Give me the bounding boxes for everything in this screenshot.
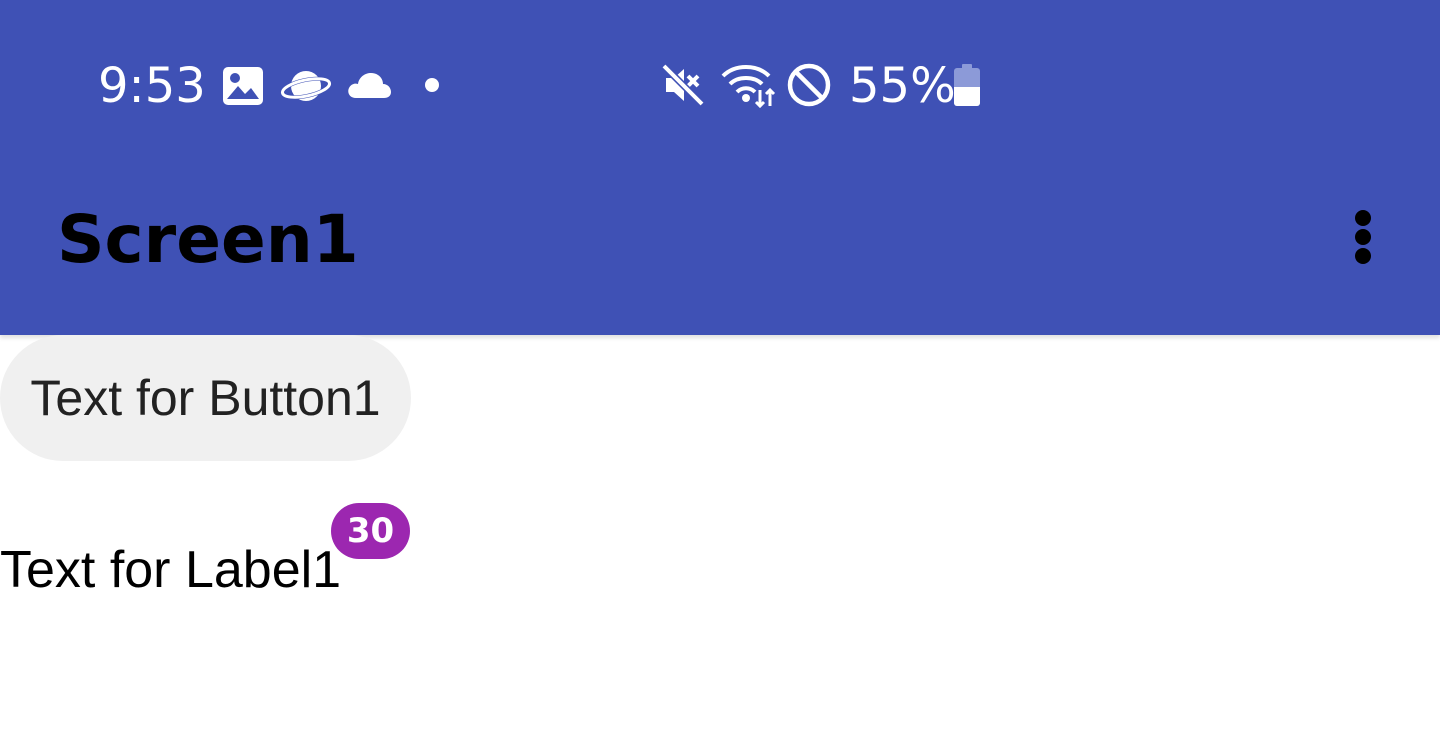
status-time: 9:53 <box>98 58 206 114</box>
button1[interactable]: Text for Button1 <box>0 335 411 461</box>
top-bar: 9:53 55% Screen1 <box>0 0 1440 335</box>
mute-icon <box>661 63 705 107</box>
battery-icon <box>954 64 980 106</box>
dot-icon <box>425 78 439 92</box>
block-icon <box>787 63 831 107</box>
app-title: Screen1 <box>57 201 359 278</box>
status-bar: 9:53 55% <box>0 0 1440 170</box>
cloud-icon <box>348 73 391 98</box>
image-icon <box>223 67 263 105</box>
planet-icon <box>280 71 332 101</box>
wifi-icon <box>721 65 776 108</box>
notification-badge: 30 <box>331 503 410 559</box>
battery-percent: 55% <box>849 58 956 114</box>
label1: Text for Label1 <box>0 541 342 599</box>
more-vertical-icon[interactable] <box>1338 200 1388 274</box>
screen: 9:53 55% Screen1 Text for Button1 Text f… <box>0 0 1440 739</box>
